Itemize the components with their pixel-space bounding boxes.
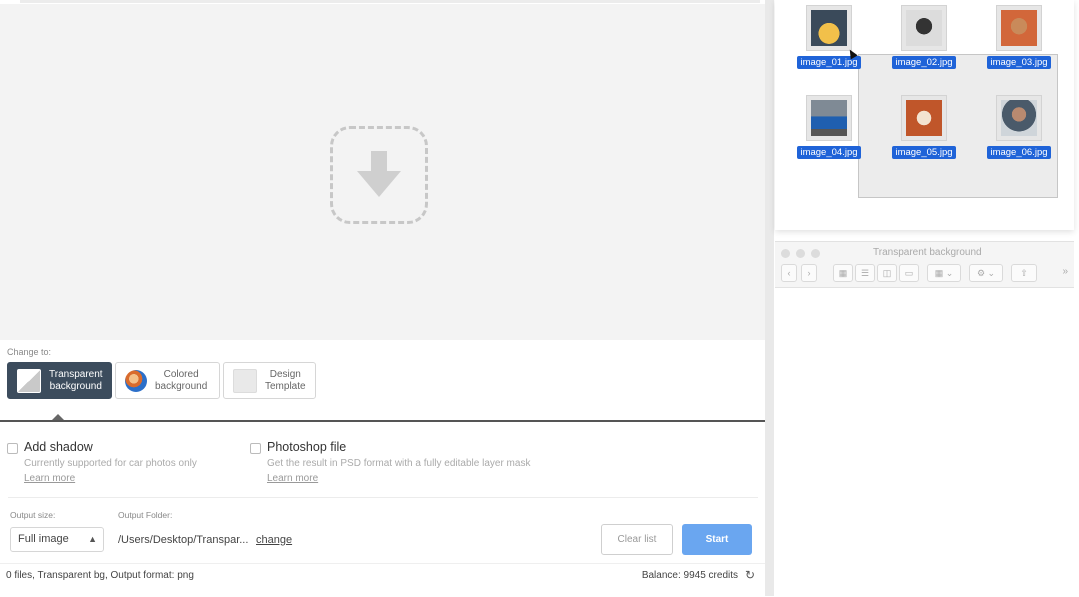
file-name: image_05.jpg bbox=[892, 146, 956, 159]
output-size-label: Output size: bbox=[10, 510, 56, 520]
file-thumbnail bbox=[901, 95, 947, 141]
mode-transparent-button[interactable]: Transparent background bbox=[7, 362, 112, 399]
select-arrows-icon: ▲︎ bbox=[88, 534, 97, 544]
grid-view-icon[interactable]: ▦ bbox=[833, 264, 853, 282]
colored-icon bbox=[125, 369, 147, 392]
file-thumbnail bbox=[806, 95, 852, 141]
download-arrow-icon bbox=[357, 151, 401, 197]
file-thumbnail bbox=[996, 5, 1042, 51]
file-thumbnail bbox=[806, 5, 852, 51]
finder-window-title: Transparent background bbox=[873, 247, 982, 258]
mode-label: Design Template bbox=[265, 368, 306, 392]
add-shadow-checkbox[interactable] bbox=[7, 443, 18, 454]
mode-design-template-button[interactable]: Design Template bbox=[223, 362, 316, 399]
image-thumb-icon bbox=[906, 10, 942, 46]
file-thumbnail bbox=[901, 5, 947, 51]
transparent-icon bbox=[17, 368, 41, 393]
minimize-window-icon[interactable] bbox=[796, 249, 805, 258]
image-thumb-icon bbox=[811, 100, 847, 136]
file-item[interactable]: image_03.jpg bbox=[974, 5, 1064, 70]
status-summary: 0 files, Transparent bg, Output format: … bbox=[6, 570, 194, 581]
file-thumbnail bbox=[996, 95, 1042, 141]
file-name: image_06.jpg bbox=[987, 146, 1051, 159]
file-item[interactable]: image_02.jpg bbox=[879, 5, 969, 70]
section-divider bbox=[0, 420, 765, 422]
file-item[interactable]: image_06.jpg bbox=[974, 95, 1064, 160]
top-divider bbox=[20, 0, 760, 3]
clear-list-button[interactable]: Clear list bbox=[601, 524, 673, 555]
zoom-window-icon[interactable] bbox=[811, 249, 820, 258]
more-icon[interactable]: » bbox=[1062, 266, 1068, 277]
file-item[interactable]: image_05.jpg bbox=[879, 95, 969, 160]
image-thumb-icon bbox=[1001, 10, 1037, 46]
output-size-select[interactable]: Full image ▲︎ bbox=[10, 527, 104, 552]
add-shadow-learn-more-link[interactable]: Learn more bbox=[24, 473, 75, 484]
photoshop-checkbox[interactable] bbox=[250, 443, 261, 454]
add-shadow-title[interactable]: Add shadow bbox=[24, 440, 93, 454]
file-item[interactable]: image_01.jpg bbox=[784, 5, 874, 70]
balance-text: Balance: 9945 credits bbox=[641, 570, 738, 581]
design-template-icon bbox=[233, 368, 257, 393]
file-name: image_03.jpg bbox=[987, 56, 1051, 69]
group-icon[interactable]: ▦ ⌄ bbox=[927, 264, 961, 282]
file-name: image_02.jpg bbox=[892, 56, 956, 69]
image-thumb-icon bbox=[1001, 100, 1037, 136]
status-bar: 0 files, Transparent bg, Output format: … bbox=[0, 563, 765, 586]
options-divider bbox=[8, 497, 758, 498]
window-gap bbox=[765, 0, 774, 596]
photoshop-desc: Get the result in PSD format with a full… bbox=[267, 458, 531, 469]
remove-bg-app: Change to: Transparent background Colore… bbox=[0, 0, 765, 585]
file-name: image_04.jpg bbox=[797, 146, 861, 159]
mode-label: Colored background bbox=[155, 368, 208, 392]
image-thumb-icon bbox=[811, 10, 847, 46]
photoshop-title[interactable]: Photoshop file bbox=[267, 440, 346, 454]
finder-target-window: Transparent background ‹ › ▦ ☰ ◫ ▭ ▦ ⌄ ⚙… bbox=[775, 241, 1074, 597]
file-item[interactable]: image_04.jpg bbox=[784, 95, 874, 160]
mode-colored-button[interactable]: Colored background bbox=[115, 362, 220, 399]
drop-target[interactable] bbox=[330, 126, 428, 224]
output-folder-label: Output Folder: bbox=[118, 510, 173, 520]
change-to-label: Change to: bbox=[7, 347, 52, 357]
list-view-icon[interactable]: ☰ bbox=[855, 264, 875, 282]
back-icon[interactable]: ‹ bbox=[781, 264, 797, 282]
add-shadow-desc: Currently supported for car photos only bbox=[24, 458, 197, 469]
gear-icon[interactable]: ⚙ ⌄ bbox=[969, 264, 1003, 282]
output-folder-path: /Users/Desktop/Transpar... bbox=[118, 534, 249, 546]
drop-zone[interactable] bbox=[0, 4, 765, 340]
forward-icon[interactable]: › bbox=[801, 264, 817, 282]
share-icon[interactable]: ⇧ bbox=[1011, 264, 1037, 282]
mode-label: Transparent background bbox=[49, 368, 103, 392]
refresh-icon[interactable]: ↻ bbox=[745, 568, 755, 582]
image-thumb-icon bbox=[906, 100, 942, 136]
photoshop-learn-more-link[interactable]: Learn more bbox=[267, 473, 318, 484]
close-window-icon[interactable] bbox=[781, 249, 790, 258]
column-view-icon[interactable]: ◫ bbox=[877, 264, 897, 282]
finder-titlebar: Transparent background ‹ › ▦ ☰ ◫ ▭ ▦ ⌄ ⚙… bbox=[775, 242, 1074, 288]
output-size-value: Full image bbox=[18, 533, 69, 545]
start-button[interactable]: Start bbox=[682, 524, 752, 555]
gallery-view-icon[interactable]: ▭ bbox=[899, 264, 919, 282]
change-folder-link[interactable]: change bbox=[256, 534, 292, 546]
